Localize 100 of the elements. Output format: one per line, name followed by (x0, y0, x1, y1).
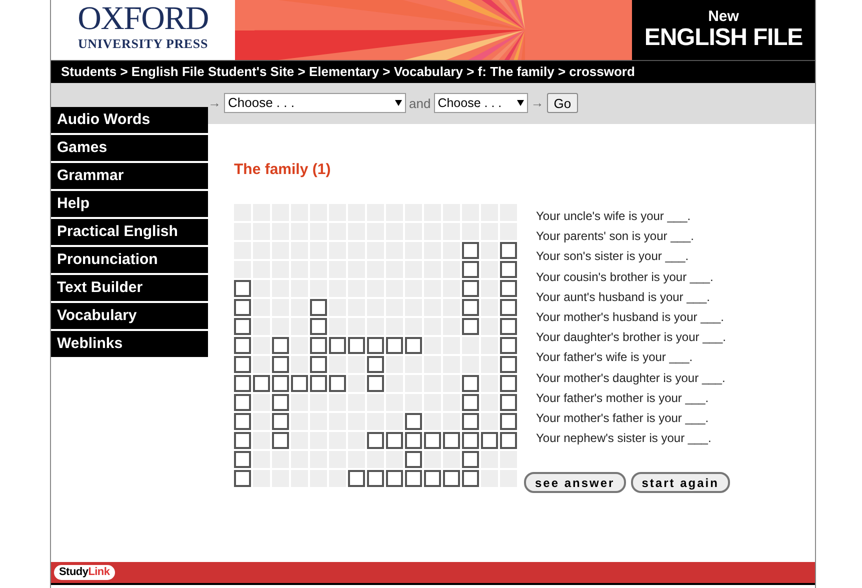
product-label: New (708, 9, 739, 25)
crossword-cell[interactable] (348, 470, 365, 487)
crossword-cell[interactable] (500, 394, 517, 411)
crossword-cell[interactable] (462, 242, 479, 259)
crossword-cell[interactable] (462, 299, 479, 316)
clue-text: Your mother's husband is your ___. (536, 309, 725, 326)
clue-text: Your son's sister is your ___. (536, 248, 690, 266)
crossword-cell[interactable] (405, 413, 422, 430)
crossword-cell[interactable] (234, 451, 251, 468)
crossword-cell[interactable] (348, 337, 365, 354)
crossword-cell[interactable] (405, 470, 422, 487)
crossword-cell[interactable] (500, 413, 517, 430)
go-button[interactable]: Go (546, 93, 578, 113)
sidebar-item[interactable]: Pronunciation (51, 247, 208, 273)
crossword-cell[interactable] (500, 337, 517, 354)
crossword-cell[interactable] (234, 432, 251, 449)
choose-dropdown[interactable]: Choose . . . (224, 93, 406, 113)
sidebar-item[interactable]: Audio Words (51, 107, 208, 133)
crossword-cell[interactable] (405, 337, 422, 354)
clue-text: Your uncle's wife is your ___. (536, 208, 692, 225)
crossword-cell[interactable] (386, 337, 403, 354)
crossword-cell[interactable] (272, 394, 289, 411)
crossword-cell[interactable] (310, 337, 327, 354)
crossword-cell[interactable] (310, 356, 327, 373)
sidebar-item[interactable]: Games (51, 135, 208, 161)
crossword-cell[interactable] (424, 432, 441, 449)
crossword-cell[interactable] (234, 318, 251, 335)
clue-text: Your mother's daughter is your ___. (536, 370, 726, 387)
clue-text: Your parents' son is your ___. (536, 228, 695, 246)
crossword-cell[interactable] (367, 337, 384, 354)
crossword-cell[interactable] (234, 356, 251, 373)
crossword-cell[interactable] (234, 413, 251, 430)
crossword-cell[interactable] (500, 280, 517, 297)
crossword-cell[interactable] (386, 470, 403, 487)
crossword-cell[interactable] (462, 375, 479, 392)
crossword-cell[interactable] (500, 356, 517, 373)
sidebar-item[interactable]: Text Builder (51, 275, 208, 301)
crossword-cell[interactable] (500, 432, 517, 449)
crossword-cell[interactable] (310, 318, 327, 335)
crossword-cell[interactable] (329, 337, 346, 354)
crossword-cell[interactable] (405, 451, 422, 468)
crossword-cell[interactable] (462, 280, 479, 297)
crossword-cell[interactable] (272, 337, 289, 354)
crossword-cell[interactable] (253, 375, 270, 392)
crossword-cell[interactable] (462, 413, 479, 430)
publisher-logo: OXFORD (78, 2, 208, 36)
crossword-cell[interactable] (367, 432, 384, 449)
clue-text: Your mother's father is your ___. (536, 410, 710, 428)
sidebar-item[interactable]: Weblinks (51, 331, 208, 357)
clue-text: Your aunt's husband is your ___. (536, 288, 711, 306)
crossword-cell[interactable] (367, 470, 384, 487)
crossword-title: The family (1) (234, 161, 332, 179)
crossword-cell[interactable] (500, 299, 517, 316)
clue-text: Your daughter's brother is your ___. (536, 329, 727, 346)
choose-dropdown[interactable]: Choose . . . (434, 93, 528, 113)
crossword-cell[interactable] (272, 432, 289, 449)
crossword-cell[interactable] (443, 432, 460, 449)
crossword-cell[interactable] (386, 432, 403, 449)
crossword-cell[interactable] (234, 470, 251, 487)
clue-text: Your nephew's sister is your ___. (536, 430, 712, 448)
crossword-cell[interactable] (310, 299, 327, 316)
crossword-cell[interactable] (481, 432, 498, 449)
crossword-cell[interactable] (462, 432, 479, 449)
crossword-cell[interactable] (272, 375, 289, 392)
sidebar-item[interactable]: Practical English (51, 219, 208, 245)
crossword-cell[interactable] (234, 394, 251, 411)
sidebar-item[interactable]: Help (51, 191, 208, 217)
crossword-cell[interactable] (462, 451, 479, 468)
clue-text: Your cousin's brother is your ___. (536, 268, 714, 286)
crossword-cell[interactable] (291, 375, 308, 392)
crossword-cell[interactable] (462, 470, 479, 487)
clue-text: Your father's mother is your ___. (536, 390, 710, 407)
crossword-cell[interactable] (367, 356, 384, 373)
arrow-text: → (530, 94, 544, 112)
crossword-cell[interactable] (424, 470, 441, 487)
sidebar-item[interactable]: Vocabulary (51, 303, 208, 329)
crossword-cell[interactable] (272, 413, 289, 430)
crossword-cell[interactable] (367, 375, 384, 392)
and-label: and (409, 95, 431, 113)
crossword-cell[interactable] (272, 356, 289, 373)
crossword-cell[interactable] (462, 394, 479, 411)
crossword-cell[interactable] (500, 242, 517, 259)
action-button[interactable]: see answer (524, 472, 626, 494)
crossword-cell[interactable] (443, 470, 460, 487)
studylink-logo: StudyLink (54, 565, 115, 580)
sidebar-item[interactable]: Grammar (51, 163, 208, 189)
crossword-cell[interactable] (234, 299, 251, 316)
dropdown-caret-icon (516, 100, 524, 106)
crossword-cell[interactable] (234, 280, 251, 297)
crossword-cell[interactable] (234, 375, 251, 392)
crossword-cell[interactable] (462, 261, 479, 278)
action-button[interactable]: start again (630, 472, 730, 494)
crossword-cell[interactable] (310, 375, 327, 392)
crossword-cell[interactable] (234, 337, 251, 354)
crossword-cell[interactable] (500, 318, 517, 335)
crossword-cell[interactable] (405, 432, 422, 449)
crossword-cell[interactable] (500, 261, 517, 278)
crossword-cell[interactable] (329, 375, 346, 392)
crossword-cell[interactable] (500, 375, 517, 392)
crossword-cell[interactable] (462, 318, 479, 335)
